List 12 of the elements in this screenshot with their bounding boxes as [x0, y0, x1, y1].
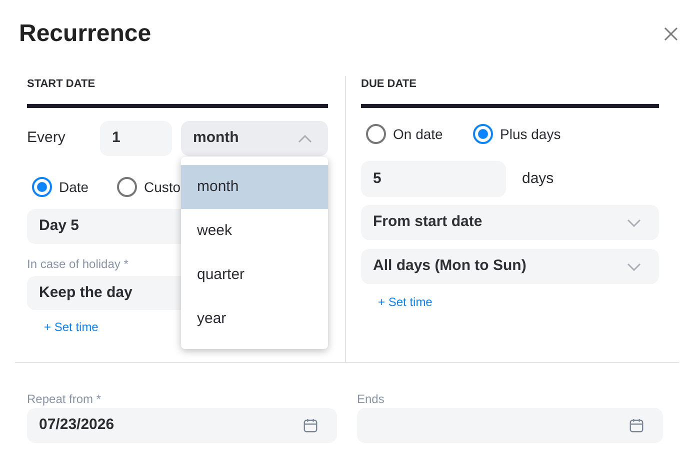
- radio-label: On date: [393, 124, 443, 144]
- radio-label: Date: [59, 178, 89, 196]
- radio-label: Custo: [144, 178, 181, 196]
- section-heading: DUE DATE: [361, 77, 418, 92]
- every-label: Every: [27, 128, 66, 148]
- dialog-title: Recurrence: [19, 18, 152, 48]
- repeat-from-label: Repeat from *: [27, 392, 102, 406]
- radio-label: Plus days: [500, 124, 561, 144]
- days-unit: days: [522, 168, 554, 189]
- holiday-label: In case of holiday *: [27, 257, 130, 271]
- section-heading: START DATE: [27, 77, 96, 92]
- ends-label: Ends: [357, 392, 386, 406]
